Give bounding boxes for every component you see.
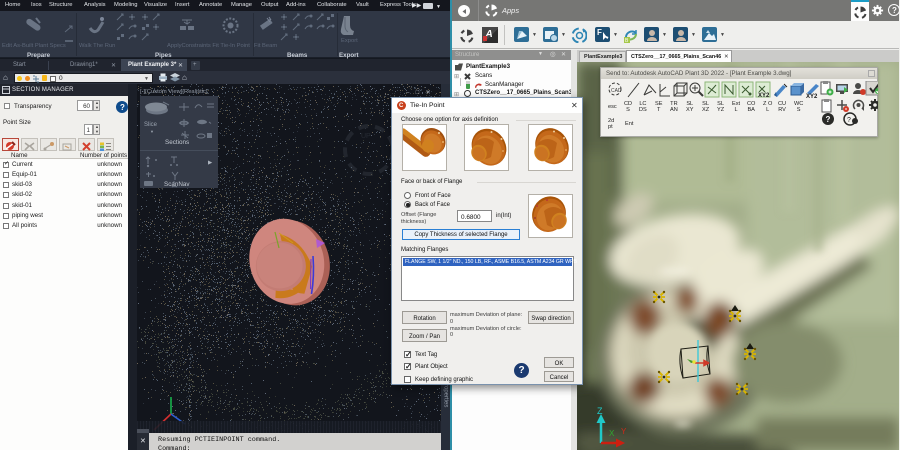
svg-text:XY2: XY2 [758,93,770,99]
svg-text:?: ? [826,115,831,124]
svg-text:Y: Y [621,427,627,436]
svg-text:X: X [609,429,615,438]
svg-text:Z: Z [597,406,603,416]
svg-text:CAD: CAD [611,88,622,94]
svg-text:UP: UP [361,133,371,140]
svg-text:?: ? [847,117,851,124]
svg-text:XY2: XY2 [806,94,818,100]
